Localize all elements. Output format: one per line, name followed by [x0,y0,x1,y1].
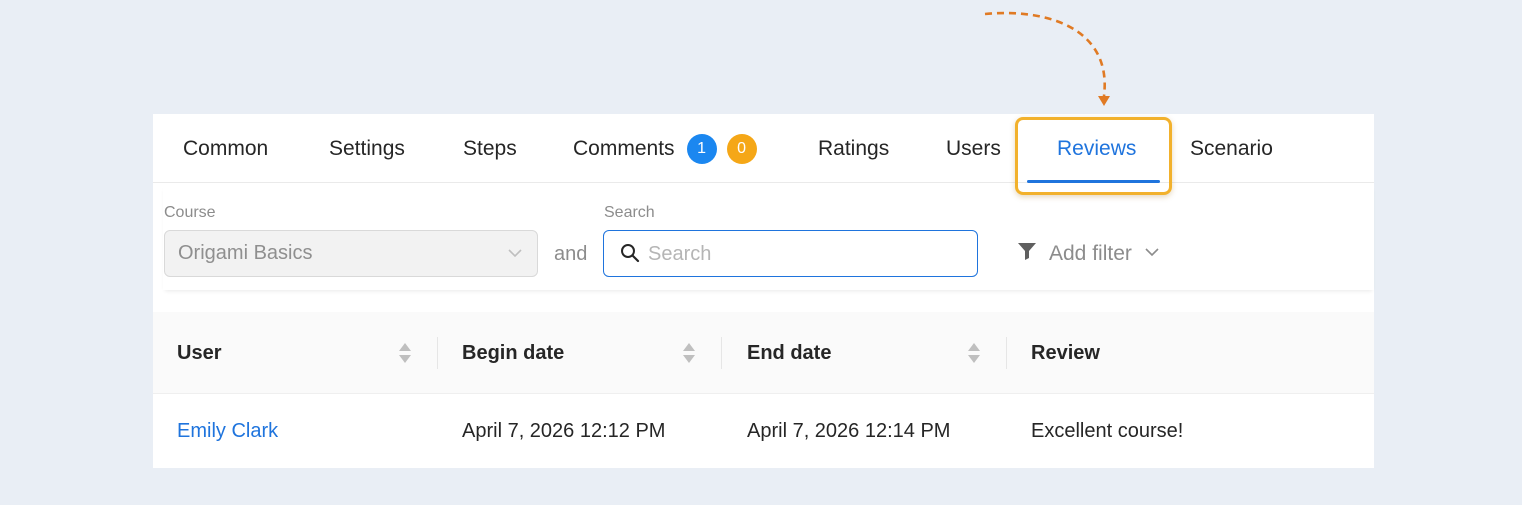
tab-label: Scenario [1190,136,1273,160]
filter-bar: Course Origami Basics and Search Add fil… [163,184,1374,290]
review-cell: Excellent course! [1031,419,1184,442]
begin-date-cell: April 7, 2026 12:12 PM [462,419,666,442]
tab-reviews[interactable]: Reviews [1057,114,1136,183]
user-link[interactable]: Emily Clark [177,394,278,468]
chevron-down-icon [1144,242,1160,266]
course-select[interactable]: Origami Basics [164,230,538,277]
column-divider [1006,337,1007,369]
sort-icon[interactable] [682,342,696,369]
tab-label: Settings [329,136,405,160]
tab-comments[interactable]: Comments 1 0 [573,114,757,183]
add-filter-button[interactable]: Add filter [1017,240,1160,268]
active-tab-indicator [1027,180,1160,183]
tab-label: Steps [463,136,517,160]
tab-label: Reviews [1057,136,1137,160]
search-input[interactable] [648,239,958,269]
end-date-cell: April 7, 2026 12:14 PM [747,419,951,442]
tab-settings[interactable]: Settings [329,114,405,183]
filter-icon [1017,241,1037,267]
column-header-end-date[interactable]: End date [747,312,831,394]
tab-common[interactable]: Common [183,114,268,183]
course-label: Course [164,204,216,221]
tab-label: Ratings [818,136,890,160]
tab-scenario[interactable]: Scenario [1190,114,1273,183]
search-label: Search [604,204,655,221]
tab-ratings[interactable]: Ratings [818,114,889,183]
reviews-table: User Begin date End date Review Emily Cl… [153,312,1374,468]
column-header-begin-date[interactable]: Begin date [462,312,564,394]
chevron-down-icon [507,244,523,267]
comments-count-badge: 1 [686,133,717,164]
search-icon [620,243,640,268]
sort-icon[interactable] [398,342,412,369]
tab-label: Common [183,136,269,160]
tab-label: Users [946,136,1001,160]
course-select-value: Origami Basics [178,242,313,264]
reviews-panel: Common Settings Steps Comments 1 0 Ratin… [153,114,1374,468]
column-header-review: Review [1031,341,1100,364]
column-divider [437,337,438,369]
search-field[interactable] [603,230,978,277]
tab-steps[interactable]: Steps [463,114,517,183]
column-divider [721,337,722,369]
tab-bar: Common Settings Steps Comments 1 0 Ratin… [153,114,1374,183]
column-header-user[interactable]: User [177,312,221,394]
and-connector: and [554,243,588,265]
pending-count-badge: 0 [726,133,757,164]
sort-icon[interactable] [967,342,981,369]
table-header: User Begin date End date Review [153,312,1374,394]
tab-label: Comments [573,136,675,160]
table-row: Emily Clark April 7, 2026 12:12 PM April… [153,394,1374,468]
add-filter-label: Add filter [1049,242,1132,265]
tab-users[interactable]: Users [946,114,1001,183]
